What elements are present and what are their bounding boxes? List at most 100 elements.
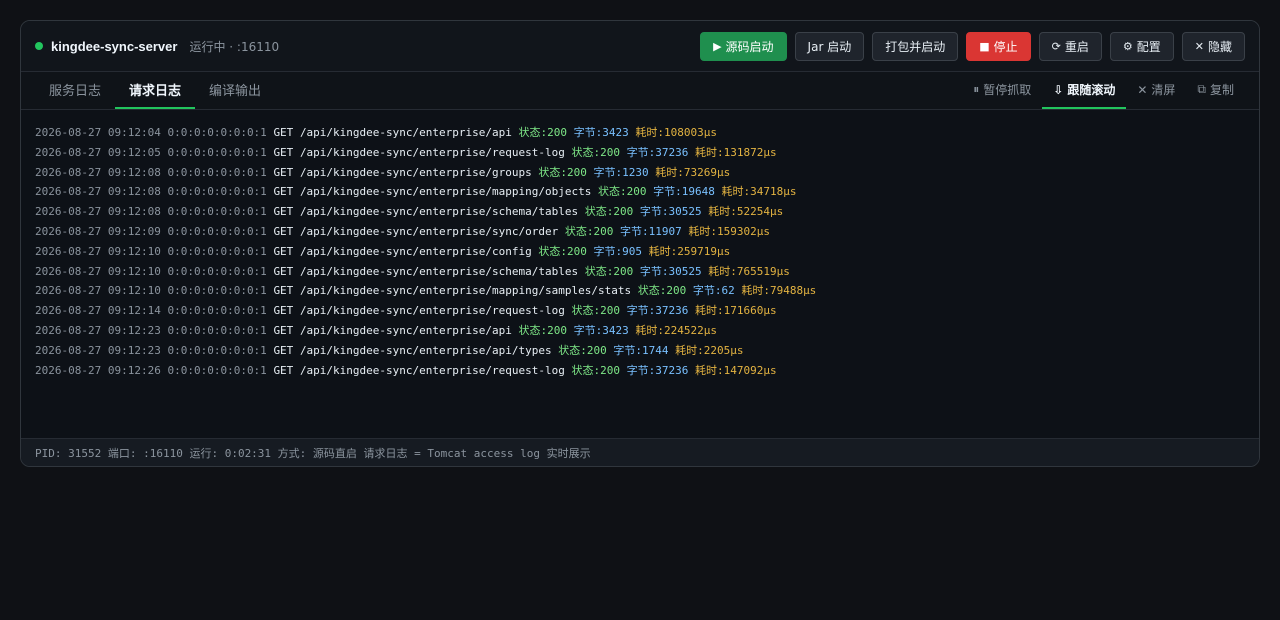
footer-status-text: PID: 31552 端口: :16110 运行: 0:02:31 方式: 源码… — [35, 446, 591, 460]
log-time: 耗时:259719µs — [648, 244, 731, 258]
log-ip: 0:0:0:0:0:0:0:1 — [167, 284, 267, 298]
log-bytes: 字节:905 — [593, 244, 642, 258]
log-line: 2026-08-27 09:12:08 0:0:0:0:0:0:0:1 GET … — [35, 182, 1245, 202]
log-method: GET — [273, 145, 294, 159]
log-ip: 0:0:0:0:0:0:0:1 — [167, 264, 267, 278]
log-line: 2026-08-27 09:12:10 0:0:0:0:0:0:0:1 GET … — [35, 262, 1245, 282]
log-line: 2026-08-27 09:12:09 0:0:0:0:0:0:0:1 GET … — [35, 222, 1245, 242]
log-ip: 0:0:0:0:0:0:0:1 — [167, 244, 267, 258]
log-line: 2026-08-27 09:12:08 0:0:0:0:0:0:0:1 GET … — [35, 202, 1245, 222]
log-line: 2026-08-27 09:12:04 0:0:0:0:0:0:0:1 GET … — [35, 123, 1245, 143]
log-path: /api/kingdee-sync/enterprise/request-log — [299, 304, 565, 318]
log-time: 耗时:108003µs — [635, 126, 717, 139]
log-time: 耗时:224522µs — [635, 323, 717, 337]
log-line: 2026-08-27 09:12:05 0:0:0:0:0:0:0:1 GET … — [35, 143, 1245, 163]
log-timestamp: 2026-08-27 09:12:08 — [35, 185, 161, 199]
log-method: GET — [273, 343, 294, 357]
log-status: 状态:200 — [637, 284, 687, 298]
stop-label: 停止 — [993, 39, 1018, 54]
log-bytes: 字节:30525 — [639, 264, 702, 278]
log-method: GET — [273, 165, 294, 179]
tab-service-log[interactable]: 服务日志 — [35, 72, 115, 109]
log-path: /api/kingdee-sync/enterprise/schema/tabl… — [299, 205, 579, 219]
log-time: 耗时:2205µs — [675, 343, 744, 357]
log-status: 状态:200 — [558, 343, 607, 357]
hide-button[interactable]: ✕ 隐藏 — [1181, 31, 1245, 61]
stop-button[interactable]: ■ 停止 — [966, 31, 1031, 61]
log-timestamp: 2026-08-27 09:12:09 — [35, 224, 161, 238]
request-log-output[interactable]: 2026-08-27 09:12:04 0:0:0:0:0:0:0:1 GET … — [21, 110, 1259, 440]
restart-button[interactable]: ⟳ 重启 — [1038, 31, 1102, 61]
log-line: 2026-08-27 09:12:23 0:0:0:0:0:0:0:1 GET … — [35, 321, 1245, 341]
config-label: 配置 — [1136, 39, 1161, 54]
log-path: /api/kingdee-sync/enterprise/schema/tabl… — [299, 264, 579, 278]
log-bytes: 字节:11907 — [619, 224, 682, 238]
follow-scroll-toggle[interactable]: ⇩ 跟随滚动 — [1042, 72, 1127, 109]
package-start-label: 打包并启动 — [885, 39, 946, 54]
log-bytes: 字节:37236 — [626, 304, 689, 318]
config-button[interactable]: ⚙ 配置 — [1109, 31, 1174, 61]
log-method: GET — [273, 126, 294, 139]
log-ip: 0:0:0:0:0:0:0:1 — [167, 363, 267, 377]
close-icon: ✕ — [1194, 39, 1204, 53]
log-path: /api/kingdee-sync/enterprise/request-log — [299, 145, 565, 159]
log-time: 耗时:73269µs — [655, 165, 731, 179]
log-line: 2026-08-27 09:12:08 0:0:0:0:0:0:0:1 GET … — [35, 163, 1245, 183]
log-status: 状态:200 — [584, 205, 634, 219]
log-method: GET — [273, 304, 294, 318]
log-timestamp: 2026-08-27 09:12:23 — [35, 323, 161, 337]
log-status: 状态:200 — [597, 185, 647, 199]
log-bytes: 字节:1230 — [593, 165, 649, 179]
log-method: GET — [273, 264, 294, 278]
hide-label: 隐藏 — [1207, 39, 1232, 54]
refresh-icon: ⟳ — [1051, 39, 1061, 53]
package-start-button[interactable]: 打包并启动 — [872, 31, 959, 61]
copy-label: 复制 — [1209, 83, 1234, 97]
log-tabs: 服务日志 请求日志 编译输出 ⏸ 暂停抓取 ⇩ 跟随滚动 ✕ 清屏 ⧉ 复制 — [21, 72, 1259, 110]
source-start-button[interactable]: ▶ 源码启动 — [700, 31, 787, 61]
tab-request-log[interactable]: 请求日志 — [115, 72, 196, 109]
source-start-label: 源码启动 — [725, 39, 774, 54]
log-time: 耗时:131872µs — [694, 145, 777, 159]
copy-button[interactable]: ⧉ 复制 — [1186, 72, 1245, 109]
log-ip: 0:0:0:0:0:0:0:1 — [167, 304, 267, 318]
log-ip: 0:0:0:0:0:0:0:1 — [167, 323, 267, 337]
server-panel: kingdee-sync-server 运行中 · :16110 ▶ 源码启动 … — [20, 20, 1260, 467]
log-time: 耗时:147092µs — [694, 363, 777, 377]
clear-screen-button[interactable]: ✕ 清屏 — [1126, 72, 1186, 109]
log-timestamp: 2026-08-27 09:12:08 — [35, 205, 161, 219]
panel-header: kingdee-sync-server 运行中 · :16110 ▶ 源码启动 … — [21, 21, 1259, 72]
pause-label: 暂停抓取 — [983, 83, 1032, 97]
log-tools: ⏸ 暂停抓取 ⇩ 跟随滚动 ✕ 清屏 ⧉ 复制 — [962, 72, 1245, 109]
log-bytes: 字节:3423 — [573, 323, 629, 337]
log-timestamp: 2026-08-27 09:12:10 — [35, 264, 161, 278]
log-path: /api/kingdee-sync/enterprise/sync/order — [299, 224, 559, 238]
log-timestamp: 2026-08-27 09:12:23 — [35, 343, 161, 357]
log-line: 2026-08-27 09:12:14 0:0:0:0:0:0:0:1 GET … — [35, 301, 1245, 321]
copy-icon: ⧉ — [1197, 82, 1206, 96]
tab-compile-output[interactable]: 编译输出 — [195, 72, 275, 109]
log-bytes: 字节:30525 — [639, 205, 702, 219]
log-path: /api/kingdee-sync/enterprise/api — [299, 126, 512, 139]
gear-icon: ⚙ — [1122, 39, 1133, 53]
arrow-down-icon: ⇩ — [1053, 82, 1064, 97]
running-status-dot — [35, 42, 43, 50]
log-method: GET — [273, 244, 294, 258]
pause-capture-button[interactable]: ⏸ 暂停抓取 — [962, 72, 1042, 109]
log-timestamp: 2026-08-27 09:12:08 — [35, 165, 161, 179]
log-method: GET — [273, 363, 294, 377]
play-icon: ▶ — [713, 39, 722, 53]
log-status: 状态:200 — [584, 264, 634, 278]
log-line: 2026-08-27 09:12:23 0:0:0:0:0:0:0:1 GET … — [35, 341, 1245, 361]
jar-start-button[interactable]: Jar 启动 — [794, 31, 865, 61]
pause-icon: ⏸ — [973, 82, 980, 96]
server-name: kingdee-sync-server — [51, 38, 178, 54]
log-timestamp: 2026-08-27 09:12:14 — [35, 304, 161, 318]
log-bytes: 字节:62 — [692, 284, 735, 298]
log-status: 状态:200 — [564, 224, 614, 238]
log-status: 状态:200 — [538, 165, 587, 179]
log-method: GET — [273, 284, 294, 298]
log-status: 状态:200 — [538, 244, 587, 258]
log-method: GET — [273, 205, 294, 219]
status-footer: PID: 31552 端口: :16110 运行: 0:02:31 方式: 源码… — [21, 438, 1259, 466]
